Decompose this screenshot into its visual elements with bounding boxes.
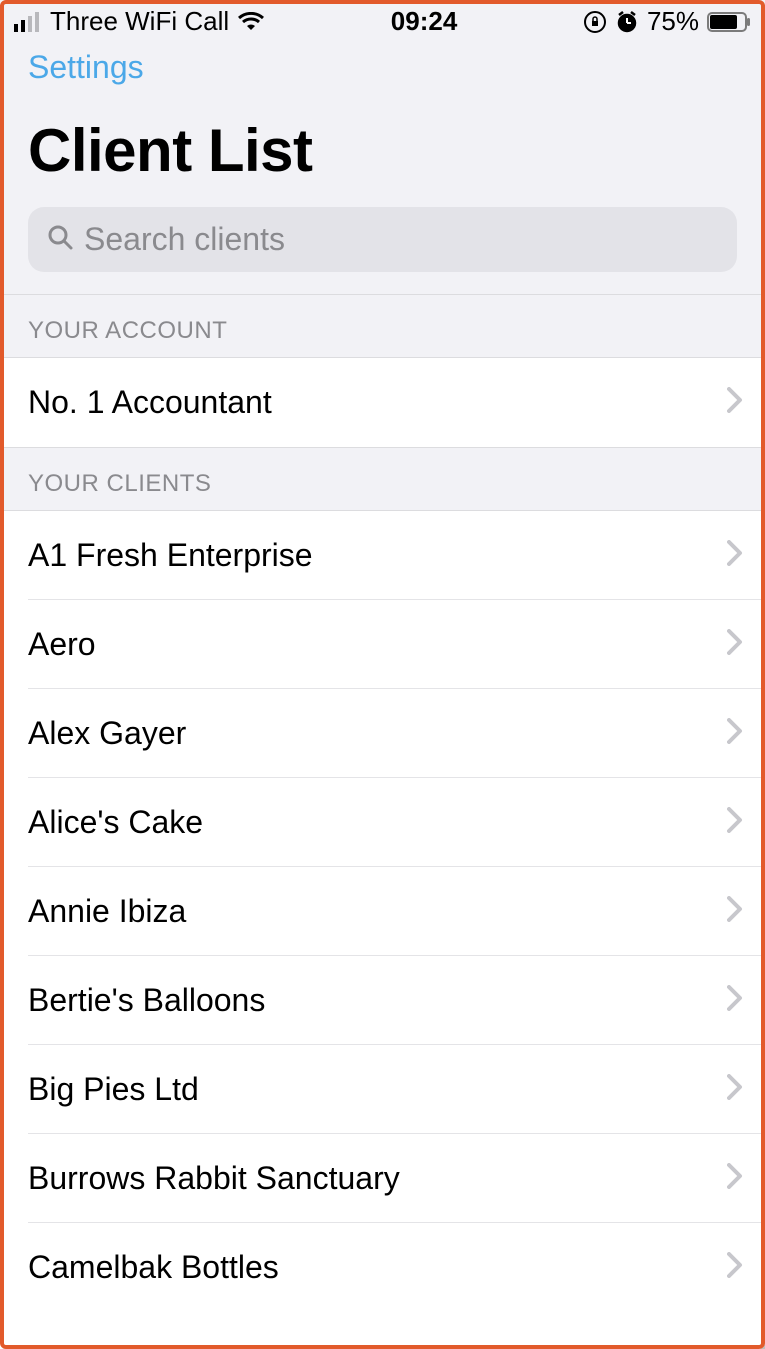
battery-pct: 75% [647,6,699,37]
account-list: No. 1 Accountant [0,358,765,447]
wifi-icon [237,12,265,32]
search-icon [46,223,74,256]
client-row[interactable]: Annie Ibiza [0,867,765,956]
page-title: Client List [28,116,737,185]
client-name: Annie Ibiza [28,893,186,930]
chevron-right-icon [727,629,743,660]
back-button[interactable]: Settings [28,49,144,86]
client-name: Alex Gayer [28,715,186,752]
client-row[interactable]: Big Pies Ltd [0,1045,765,1134]
chevron-right-icon [727,387,743,418]
chevron-right-icon [727,807,743,838]
chevron-right-icon [727,985,743,1016]
clock: 09:24 [391,6,458,37]
alarm-icon [615,10,639,34]
client-row[interactable]: Camelbak Bottles [0,1223,765,1312]
section-header-clients: YOUR CLIENTS [0,447,765,511]
client-name: Alice's Cake [28,804,203,841]
orientation-lock-icon [583,10,607,34]
cell-signal-icon [14,12,42,32]
client-row[interactable]: Aero [0,600,765,689]
client-name: Burrows Rabbit Sanctuary [28,1160,400,1197]
client-row[interactable]: Burrows Rabbit Sanctuary [0,1134,765,1223]
chevron-right-icon [727,718,743,749]
battery-icon [707,12,751,32]
clients-list: A1 Fresh Enterprise Aero Alex Gayer Alice's… [0,511,765,1312]
account-name: No. 1 Accountant [28,384,272,421]
chevron-right-icon [727,896,743,927]
chevron-right-icon [727,1163,743,1194]
chevron-right-icon [727,1252,743,1283]
carrier-label: Three WiFi Call [50,6,229,37]
chevron-right-icon [727,1074,743,1105]
client-name: Big Pies Ltd [28,1071,199,1108]
client-row[interactable]: A1 Fresh Enterprise [0,511,765,600]
client-name: Bertie's Balloons [28,982,265,1019]
chevron-right-icon [727,540,743,571]
search-field[interactable] [28,207,737,272]
client-row[interactable]: Alex Gayer [0,689,765,778]
status-bar: Three WiFi Call 09:24 [0,0,765,39]
back-button-label: Settings [28,49,144,85]
client-row[interactable]: Alice's Cake [0,778,765,867]
search-input[interactable] [84,221,719,258]
account-row[interactable]: No. 1 Accountant [0,358,765,447]
header: Settings Client List [0,39,765,294]
client-name: A1 Fresh Enterprise [28,537,313,574]
client-name: Camelbak Bottles [28,1249,279,1286]
section-header-account: YOUR ACCOUNT [0,294,765,358]
client-row[interactable]: Bertie's Balloons [0,956,765,1045]
client-name: Aero [28,626,96,663]
